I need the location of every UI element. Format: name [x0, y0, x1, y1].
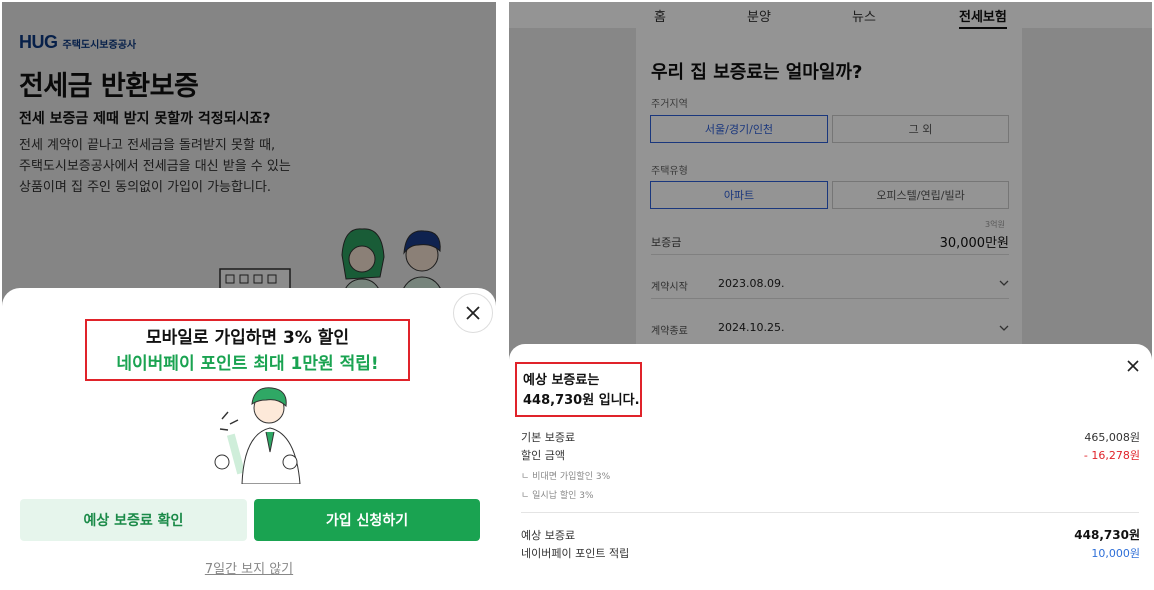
estimate-headline-line1: 예상 보증료는 [523, 373, 600, 388]
close-popup-button[interactable] [453, 293, 493, 333]
points-label: 네이버페이 포인트 적립 [521, 547, 630, 560]
promo-message-box: 모바일로 가입하면 3% 할인 네이버페이 포인트 최대 1만원 적립! [85, 319, 410, 381]
discount-item-label: 일시납 할인 3% [532, 491, 594, 501]
estimate-fee-button[interactable]: 예상 보증료 확인 [20, 499, 247, 541]
divider [521, 512, 1139, 513]
apply-button[interactable]: 가입 신청하기 [254, 499, 480, 541]
discount-item-label: 비대면 가입할인 3% [532, 472, 611, 482]
promo-line-points: 네이버페이 포인트 최대 1만원 적립! [116, 354, 379, 374]
estimate-headline-suffix: 입니다. [594, 393, 640, 408]
discount-label: 할인 금액 [521, 449, 565, 462]
estimated-fee-label: 예상 보증료 [521, 529, 576, 542]
discount-item: ㄴ 일시납 할인 3% [521, 491, 594, 501]
promo-line-discount: 모바일로 가입하면 3% 할인 [145, 328, 350, 348]
cheering-man-illustration [214, 387, 301, 484]
estimate-headline-box: 예상 보증료는 448,730원 입니다. [515, 362, 642, 417]
hide-7-days-link[interactable]: 7일간 보지 않기 [2, 558, 496, 577]
base-fee-value: 465,008원 [1084, 431, 1140, 444]
discount-item: ㄴ 비대면 가입할인 3% [521, 472, 611, 482]
points-value: 10,000원 [1091, 547, 1140, 560]
estimate-headline-amount: 448,730원 [523, 393, 595, 408]
discount-value: - 16,278원 [1083, 449, 1140, 462]
estimated-fee-value: 448,730원 [1074, 528, 1140, 542]
hug-landing-screen: HUG 주택도시보증공사 전세금 반환보증 전세 보증금 제때 받지 못할까 걱… [2, 2, 496, 586]
close-icon[interactable] [1126, 359, 1140, 373]
close-icon [466, 306, 480, 320]
base-fee-label: 기본 보증료 [521, 431, 576, 444]
fee-calculator-screen: 홈 분양 뉴스 전세보험 우리 집 보증료는 얼마일까? 주거지역 서울/경기/… [509, 2, 1152, 586]
estimate-headline-line2: 448,730원 입니다. [523, 391, 640, 411]
